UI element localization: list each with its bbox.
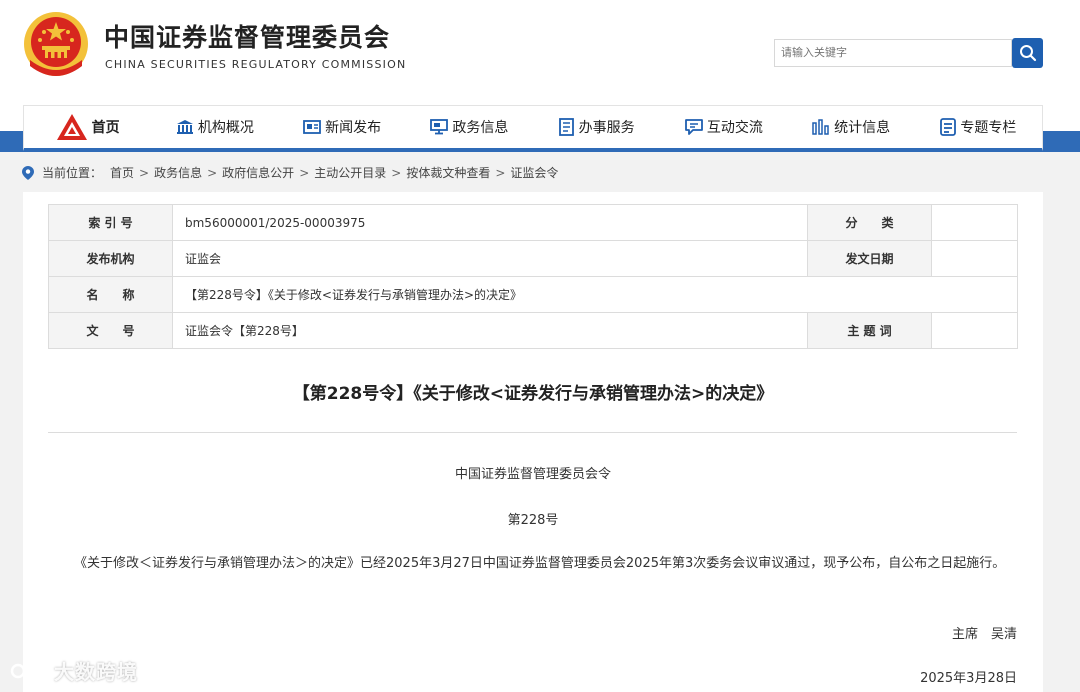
nav-item-institution[interactable]: 机构概况 — [151, 106, 278, 148]
newspaper-icon — [303, 120, 322, 134]
site-title-cn: 中国证券监督管理委员会 — [104, 23, 391, 52]
search-icon — [1019, 45, 1036, 62]
index-label: 索 引 号 — [48, 204, 173, 241]
publisher-value: 证监会 — [172, 240, 808, 277]
document-meta-table: 索 引 号 bm56000001/2025-00003975 分 类 发布机构 … — [48, 204, 1018, 349]
monitor-icon — [430, 119, 449, 135]
breadcrumb-government[interactable]: 政务信息 — [154, 164, 202, 181]
keywords-value — [931, 312, 1018, 349]
index-value: bm56000001/2025-00003975 — [172, 204, 808, 241]
watermark: 大数跨境 — [10, 656, 138, 685]
signature: 主席 吴清 — [951, 627, 1017, 642]
breadcrumb-catalog[interactable]: 主动公开目录 — [314, 164, 386, 181]
document-date: 2025年3月28日 — [920, 671, 1017, 686]
docno-label: 文 号 — [48, 312, 173, 349]
breadcrumb-by-type[interactable]: 按体裁文种查看 — [406, 164, 490, 181]
date-value — [931, 240, 1018, 277]
divider — [48, 432, 1017, 433]
home-logo-icon — [56, 114, 87, 140]
document-icon — [940, 118, 957, 136]
document-title: 【第228号令】《关于修改<证券发行与承销管理办法>的决定》 — [292, 384, 774, 404]
main-nav: 首页 机构概况 新闻发布 政务信息 办事服务 互动交流 统计信息 专题专栏 — [23, 105, 1043, 151]
nav-item-interaction[interactable]: 互动交流 — [660, 106, 787, 148]
table-row: 发布机构 证监会 发文日期 — [48, 240, 1018, 277]
order-number: 第228号 — [507, 513, 559, 528]
content-panel: 索 引 号 bm56000001/2025-00003975 分 类 发布机构 … — [23, 192, 1043, 692]
issuer-line: 中国证券监督管理委员会令 — [454, 467, 611, 482]
search-button[interactable] — [1012, 38, 1043, 68]
building-icon — [176, 120, 193, 134]
table-row: 名 称 【第228号令】《关于修改<证券发行与承销管理办法>的决定》 — [48, 276, 1018, 313]
nav-item-service[interactable]: 办事服务 — [533, 106, 660, 148]
breadcrumb-home[interactable]: 首页 — [110, 164, 134, 181]
watermark-logo-icon — [10, 660, 48, 678]
national-emblem-icon — [24, 12, 88, 76]
chat-icon — [684, 119, 703, 135]
nav-item-government[interactable]: 政务信息 — [406, 106, 533, 148]
search-input[interactable] — [774, 39, 1012, 67]
table-row: 索 引 号 bm56000001/2025-00003975 分 类 — [48, 204, 1018, 241]
date-label: 发文日期 — [807, 240, 932, 277]
nav-item-statistics[interactable]: 统计信息 — [788, 106, 915, 148]
name-label: 名 称 — [48, 276, 173, 313]
publisher-label: 发布机构 — [48, 240, 173, 277]
location-pin-icon — [22, 165, 34, 180]
document-body: 《关于修改＜证券发行与承销管理办法＞的决定》已经2025年3月27日中国证券监督… — [74, 556, 1006, 571]
category-value — [931, 204, 1018, 241]
breadcrumb-disclosure[interactable]: 政府信息公开 — [222, 164, 294, 181]
name-value: 【第228号令】《关于修改<证券发行与承销管理办法>的决定》 — [172, 276, 1018, 313]
breadcrumb-orders[interactable]: 证监会令 — [510, 164, 558, 181]
keywords-label: 主 题 词 — [807, 312, 932, 349]
breadcrumb: 当前位置： 首页 > 政务信息 > 政府信息公开 > 主动公开目录 > 按体裁文… — [22, 164, 558, 181]
nav-item-home[interactable]: 首页 — [24, 106, 151, 148]
nav-item-special[interactable]: 专题专栏 — [915, 106, 1042, 148]
document-list-icon — [558, 118, 574, 136]
site-header: 中国证券监督管理委员会 CHINA SECURITIES REGULATORY … — [0, 0, 1080, 105]
docno-value: 证监会令【第228号】 — [172, 312, 808, 349]
nav-item-news[interactable]: 新闻发布 — [279, 106, 406, 148]
site-title-en: CHINA SECURITIES REGULATORY COMMISSION — [105, 58, 407, 71]
bar-chart-icon — [812, 119, 829, 135]
table-row: 文 号 证监会令【第228号】 主 题 词 — [48, 312, 1018, 349]
category-label: 分 类 — [807, 204, 932, 241]
